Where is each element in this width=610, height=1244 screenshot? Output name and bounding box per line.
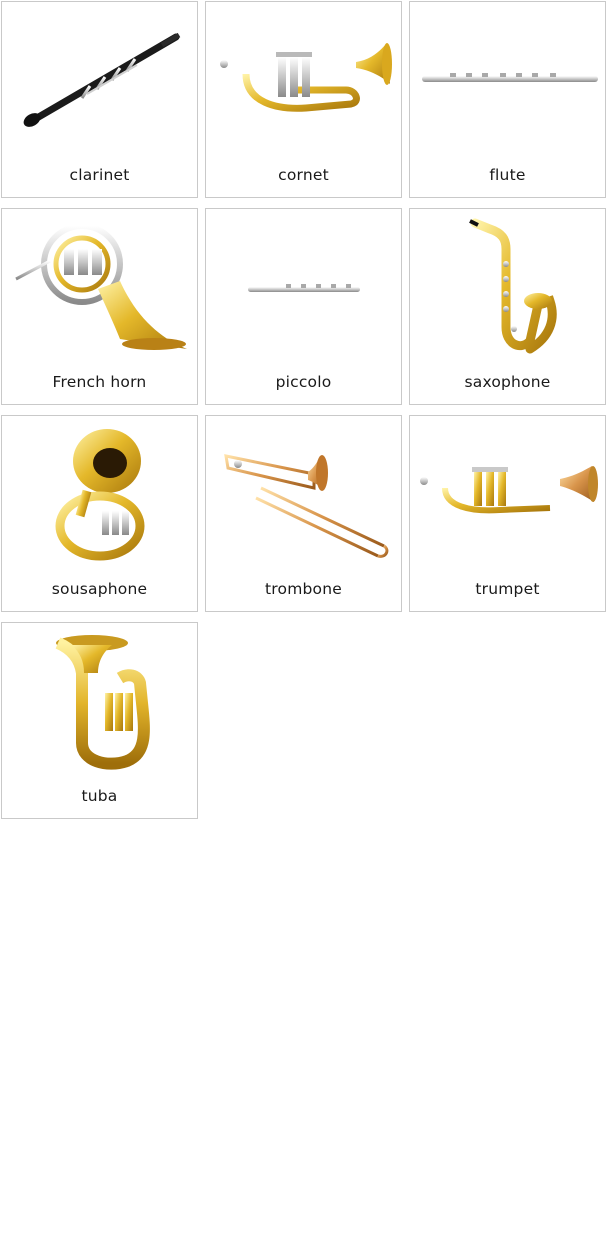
card-sousaphone[interactable]: sousaphone <box>1 415 198 612</box>
card-cornet[interactable]: cornet <box>205 1 402 198</box>
card-label: trumpet <box>475 580 540 598</box>
tuba-icon <box>55 635 150 770</box>
card-label: tuba <box>81 787 118 805</box>
card-label: flute <box>489 166 526 184</box>
card-piccolo[interactable]: piccolo <box>205 208 402 405</box>
card-label: clarinet <box>69 166 130 184</box>
french-horn-icon <box>15 223 187 350</box>
clarinet-icon <box>23 32 181 127</box>
card-saxophone[interactable]: saxophone <box>409 208 606 405</box>
cornet-icon <box>220 43 392 112</box>
flute-icon <box>422 73 598 82</box>
saxophone-icon <box>469 218 557 354</box>
card-trombone[interactable]: trombone <box>205 415 402 612</box>
piccolo-icon <box>248 284 360 292</box>
card-tuba[interactable]: tuba <box>1 622 198 819</box>
card-label: cornet <box>278 166 329 184</box>
trumpet-icon <box>420 466 598 514</box>
sousaphone-icon <box>55 429 145 561</box>
card-label: trombone <box>265 580 342 598</box>
card-clarinet[interactable]: clarinet <box>1 1 198 198</box>
card-label: saxophone <box>464 373 551 391</box>
card-trumpet[interactable]: trumpet <box>409 415 606 612</box>
card-flute[interactable]: flute <box>409 1 606 198</box>
card-label: piccolo <box>275 373 332 391</box>
card-label: sousaphone <box>51 580 148 598</box>
card-french-horn[interactable]: French horn <box>1 208 198 405</box>
card-label: French horn <box>52 373 147 391</box>
trombone-icon <box>224 454 389 558</box>
